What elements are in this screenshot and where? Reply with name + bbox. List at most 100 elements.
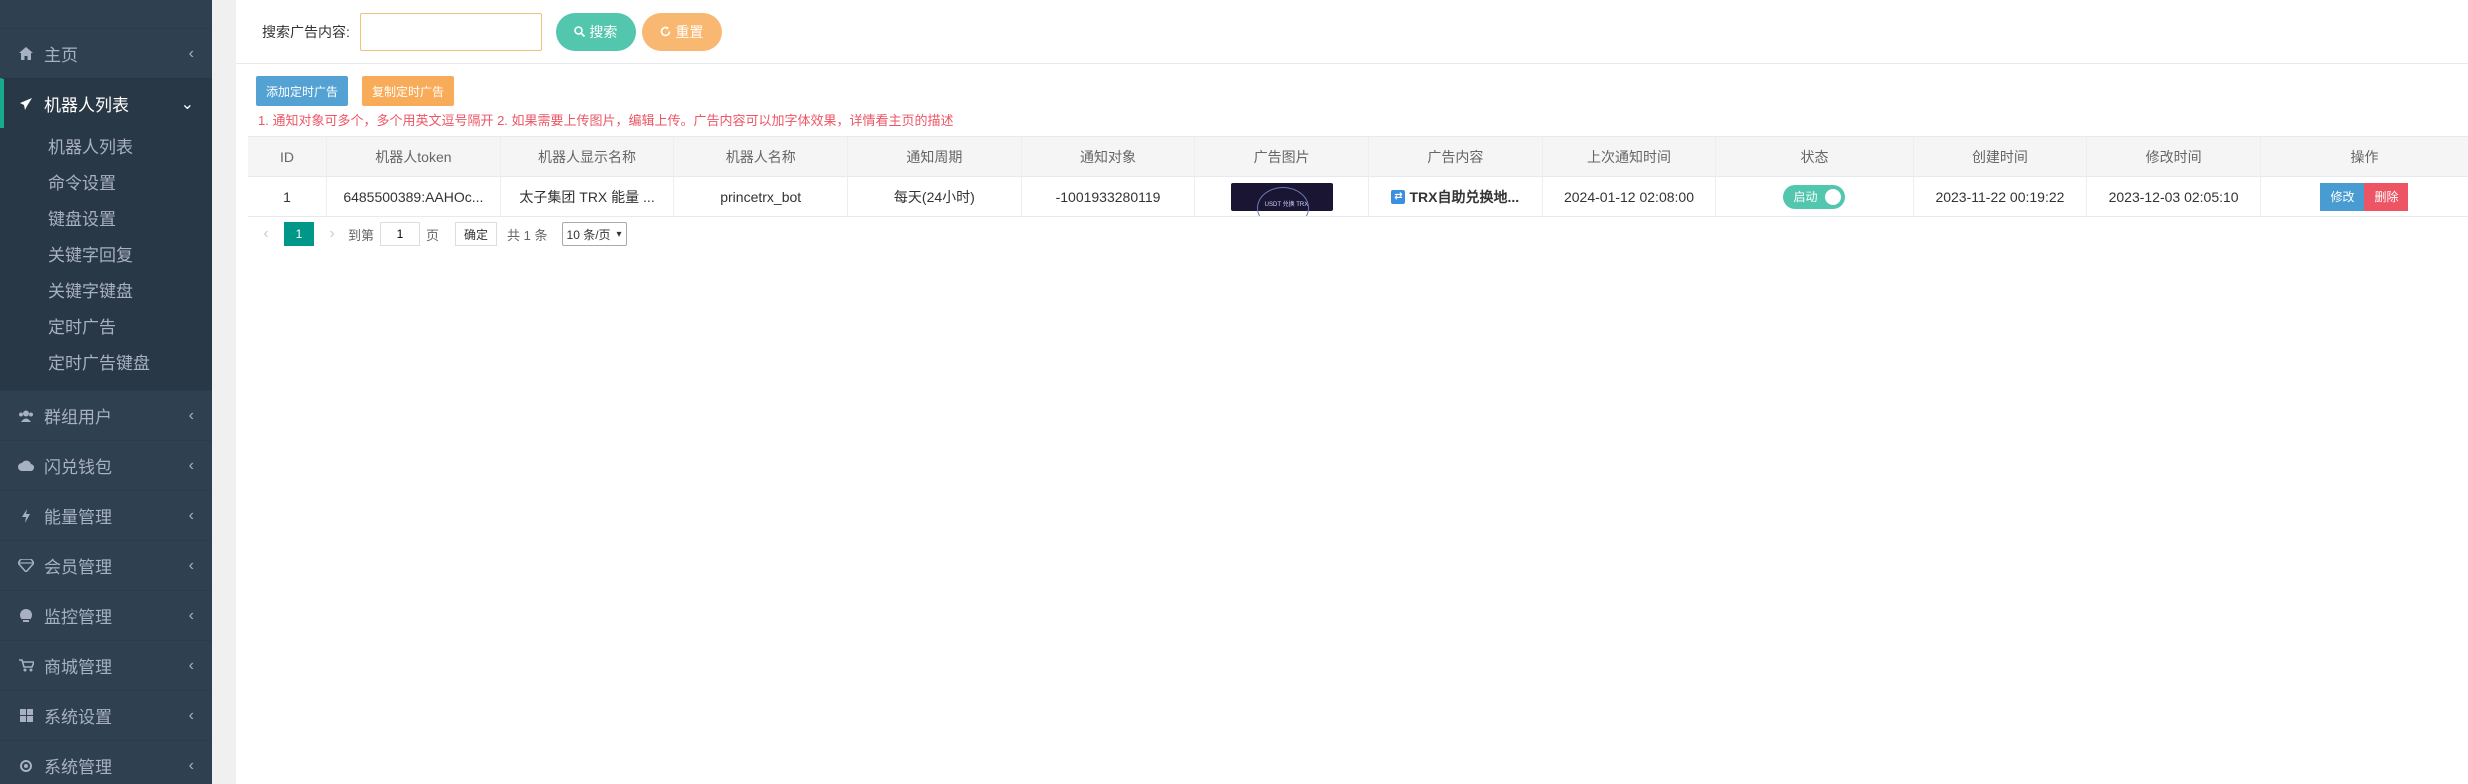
header-modified[interactable]: 修改时间	[2087, 137, 2261, 176]
submenu-command-settings[interactable]: 命令设置	[0, 166, 212, 202]
cell-cycle: 每天(24小时)	[848, 177, 1022, 216]
cart-icon	[16, 659, 36, 672]
add-scheduled-ad-button[interactable]: 添加定时广告	[256, 76, 348, 106]
sidebar: 主页 ‹ 机器人列表 ⌄ 机器人列表 命令设置 键盘设置 关键字回复 关键字键盘…	[0, 0, 212, 784]
sidebar-item-label: 商城管理	[44, 658, 112, 677]
chevron-down-icon: ⌄	[180, 95, 194, 113]
cell-last-notify: 2024-01-12 02:08:00	[1543, 177, 1717, 216]
header-target[interactable]: 通知对象	[1022, 137, 1196, 176]
sidebar-item-label: 监控管理	[44, 608, 112, 627]
sidebar-item-label: 群组用户	[44, 408, 112, 427]
cell-target: -1001933280119	[1022, 177, 1196, 216]
sidebar-item-home[interactable]: 主页 ‹	[0, 28, 212, 78]
table-header: ID 机器人token 机器人显示名称 机器人名称 通知周期 通知对象 广告图片…	[248, 137, 2468, 177]
next-page-icon[interactable]: ›	[322, 225, 342, 243]
chevron-left-icon: ‹	[188, 456, 194, 474]
status-toggle-label: 启动	[1793, 190, 1818, 204]
notice-text: 1. 通知对象可多个，多个用英文逗号隔开 2. 如果需要上传图片，编辑上传。广告…	[258, 113, 954, 128]
page-size-select[interactable]: 10 条/页 ▾	[561, 222, 627, 246]
chevron-left-icon: ‹	[188, 756, 194, 774]
submenu-scheduled-ads[interactable]: 定时广告	[0, 310, 212, 346]
windows-icon	[16, 709, 36, 722]
prev-page-icon[interactable]: ‹	[256, 225, 276, 243]
content-text: TRX自助兑换地...	[1409, 188, 1520, 205]
sidebar-item-label: 闪兑钱包	[44, 458, 112, 477]
pagination: ‹ 1 › 到第 页 确定 共 1 条 10 条/页 ▾	[256, 222, 627, 246]
chevron-left-icon: ‹	[188, 706, 194, 724]
edit-button[interactable]: 修改	[2320, 182, 2365, 211]
search-label: 搜索广告内容:	[262, 23, 350, 40]
submenu-scheduled-ads-keyboard[interactable]: 定时广告键盘	[0, 346, 212, 382]
submenu-keyword-keyboard[interactable]: 关键字键盘	[0, 274, 212, 310]
reset-button-label: 重置	[675, 23, 704, 40]
goto-confirm-button[interactable]: 确定	[455, 222, 498, 246]
main-content: 搜索广告内容: 搜索 重置 添加定时广告 复制定时广告 1. 通知对象可多个，多…	[236, 0, 2468, 784]
plane-icon	[16, 97, 36, 111]
action-buttons: 修改 删除	[2320, 182, 2409, 211]
sidebar-item-label: 会员管理	[44, 558, 112, 577]
chevron-left-icon: ‹	[188, 656, 194, 674]
cloud-icon	[16, 460, 36, 471]
search-input[interactable]	[359, 12, 542, 51]
chevron-left-icon: ‹	[188, 44, 194, 62]
chevron-left-icon: ‹	[188, 606, 194, 624]
sidebar-item-label: 系统管理	[44, 758, 112, 777]
submenu-keyboard-settings[interactable]: 键盘设置	[0, 202, 212, 238]
cell-content: ⇄ TRX自助兑换地...	[1369, 177, 1543, 216]
chevron-left-icon: ‹	[188, 506, 194, 524]
ad-image-caption: USDT 兑换 TRX	[1264, 201, 1309, 208]
sidebar-item-monitor[interactable]: 监控管理 ‹	[0, 590, 212, 640]
users-icon	[16, 410, 36, 422]
header-created[interactable]: 创建时间	[1914, 137, 2088, 176]
sidebar-item-flash-wallet[interactable]: 闪兑钱包 ‹	[0, 440, 212, 490]
sidebar-item-label: 主页	[44, 46, 78, 65]
ads-table: ID 机器人token 机器人显示名称 机器人名称 通知周期 通知对象 广告图片…	[248, 136, 2468, 217]
sidebar-item-energy[interactable]: 能量管理 ‹	[0, 490, 212, 540]
page-unit-label: 页	[426, 227, 440, 243]
header-token[interactable]: 机器人token	[327, 137, 501, 176]
sidebar-item-label: 机器人列表	[44, 96, 129, 115]
header-actions: 操作	[2350, 148, 2379, 165]
cell-status: 启动	[1716, 177, 1914, 216]
table-row: 1 6485500389:AAHOc... 太子集团 TRX 能量 ... pr…	[248, 177, 2468, 217]
chevron-left-icon: ‹	[188, 406, 194, 424]
page-size-value: 10 条/页	[566, 227, 611, 242]
submenu-robot-list[interactable]: 机器人列表	[0, 130, 212, 166]
header-image[interactable]: 广告图片	[1195, 137, 1369, 176]
search-icon	[574, 26, 586, 37]
goto-page-input[interactable]	[380, 222, 421, 246]
search-button[interactable]: 搜索	[555, 12, 636, 51]
sidebar-item-system-settings[interactable]: 系统设置 ‹	[0, 690, 212, 740]
total-count: 共 1 条	[507, 227, 548, 243]
sidebar-item-group-users[interactable]: 群组用户 ‹	[0, 390, 212, 440]
cell-robot-name: princetrx_bot	[674, 177, 849, 216]
refresh-icon	[660, 26, 671, 37]
header-display-name[interactable]: 机器人显示名称	[501, 137, 675, 176]
reset-button[interactable]: 重置	[641, 12, 722, 51]
copy-scheduled-ad-button[interactable]: 复制定时广告	[362, 76, 454, 106]
header-content[interactable]: 广告内容	[1369, 137, 1543, 176]
header-last-notify[interactable]: 上次通知时间	[1543, 137, 1717, 176]
search-button-label: 搜索	[589, 23, 618, 40]
sidebar-item-system-admin[interactable]: 系统管理 ‹	[0, 740, 212, 784]
header-id[interactable]: ID	[248, 137, 328, 176]
home-icon	[16, 47, 36, 60]
sidebar-item-label: 系统设置	[44, 708, 112, 727]
sidebar-item-label: 能量管理	[44, 508, 112, 527]
status-toggle[interactable]: 启动	[1783, 184, 1846, 209]
sidebar-item-shop[interactable]: 商城管理 ‹	[0, 640, 212, 690]
cell-display-name: 太子集团 TRX 能量 ...	[501, 177, 675, 216]
sidebar-item-robot-list[interactable]: 机器人列表 ⌄	[0, 78, 212, 128]
cell-modified: 2023-12-03 02:05:10	[2087, 177, 2261, 216]
sidebar-item-members[interactable]: 会员管理 ‹	[0, 540, 212, 590]
toolbar: 添加定时广告 复制定时广告	[256, 76, 454, 106]
submenu-keyword-reply[interactable]: 关键字回复	[0, 238, 212, 274]
header-status[interactable]: 状态	[1716, 137, 1914, 176]
header-robot-name[interactable]: 机器人名称	[674, 137, 849, 176]
current-page[interactable]: 1	[284, 222, 314, 246]
diamond-icon	[16, 559, 36, 572]
delete-button[interactable]: 删除	[2364, 182, 2409, 211]
ad-image-thumbnail[interactable]: USDT 兑换 TRX	[1230, 182, 1333, 216]
header-cycle[interactable]: 通知周期	[848, 137, 1022, 176]
sidebar-submenu: 机器人列表 命令设置 键盘设置 关键字回复 关键字键盘 定时广告 定时广告键盘	[0, 128, 212, 390]
